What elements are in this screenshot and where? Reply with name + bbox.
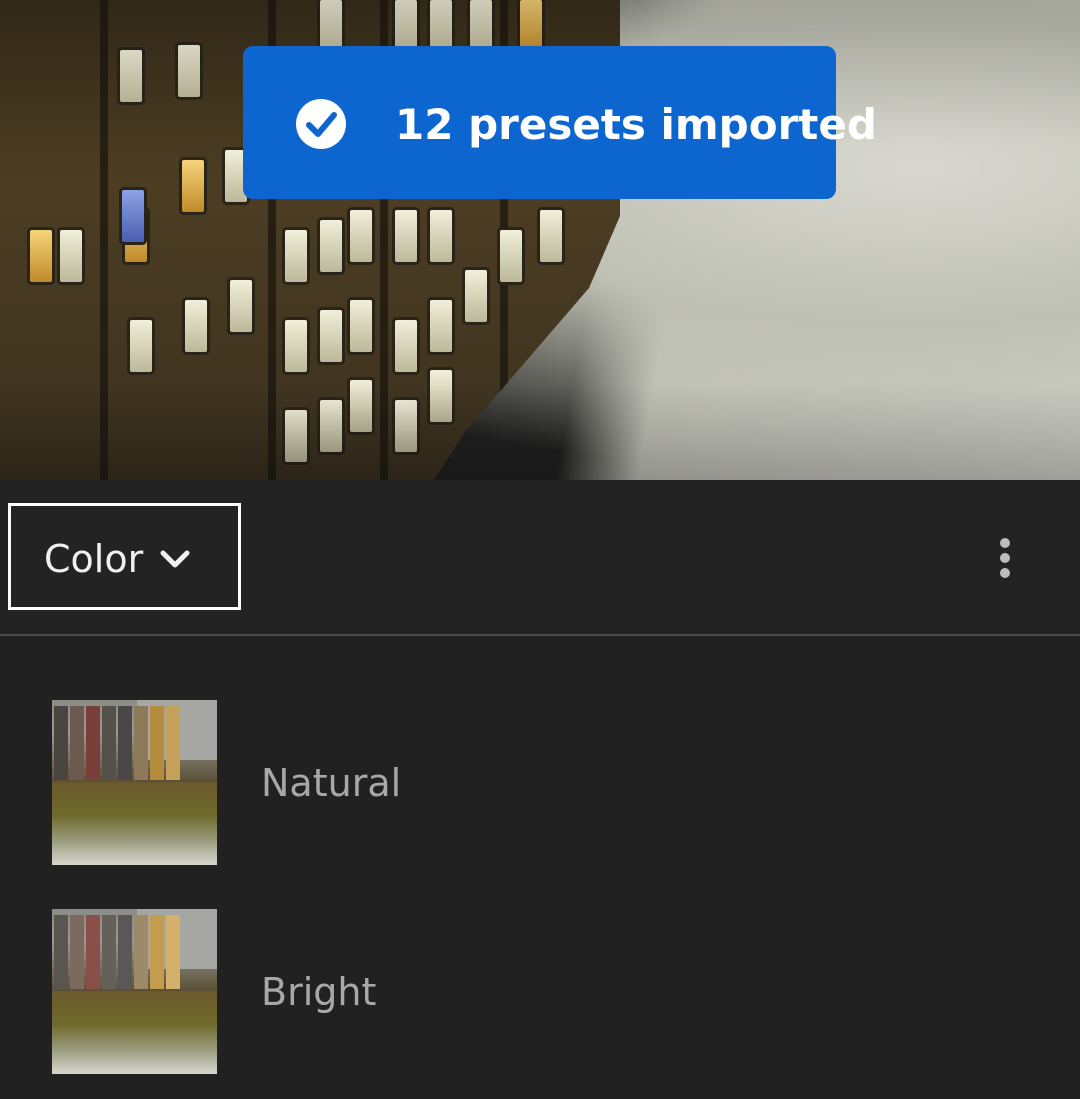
toast-message: 12 presets imported xyxy=(395,100,877,149)
more-options-button[interactable] xyxy=(992,536,1018,580)
preset-thumbnail xyxy=(52,909,217,1074)
category-label: Color xyxy=(44,537,144,581)
preset-thumbnail xyxy=(52,700,217,865)
checkmark-circle-icon xyxy=(296,99,346,149)
preset-item-bright[interactable]: Bright xyxy=(0,899,1080,1079)
header-divider xyxy=(0,634,1080,636)
preset-name: Natural xyxy=(261,761,402,805)
chevron-down-icon xyxy=(160,550,190,568)
more-vertical-icon xyxy=(1000,538,1010,548)
preset-name: Bright xyxy=(261,970,377,1014)
preset-item-natural[interactable]: Natural xyxy=(0,690,1080,870)
